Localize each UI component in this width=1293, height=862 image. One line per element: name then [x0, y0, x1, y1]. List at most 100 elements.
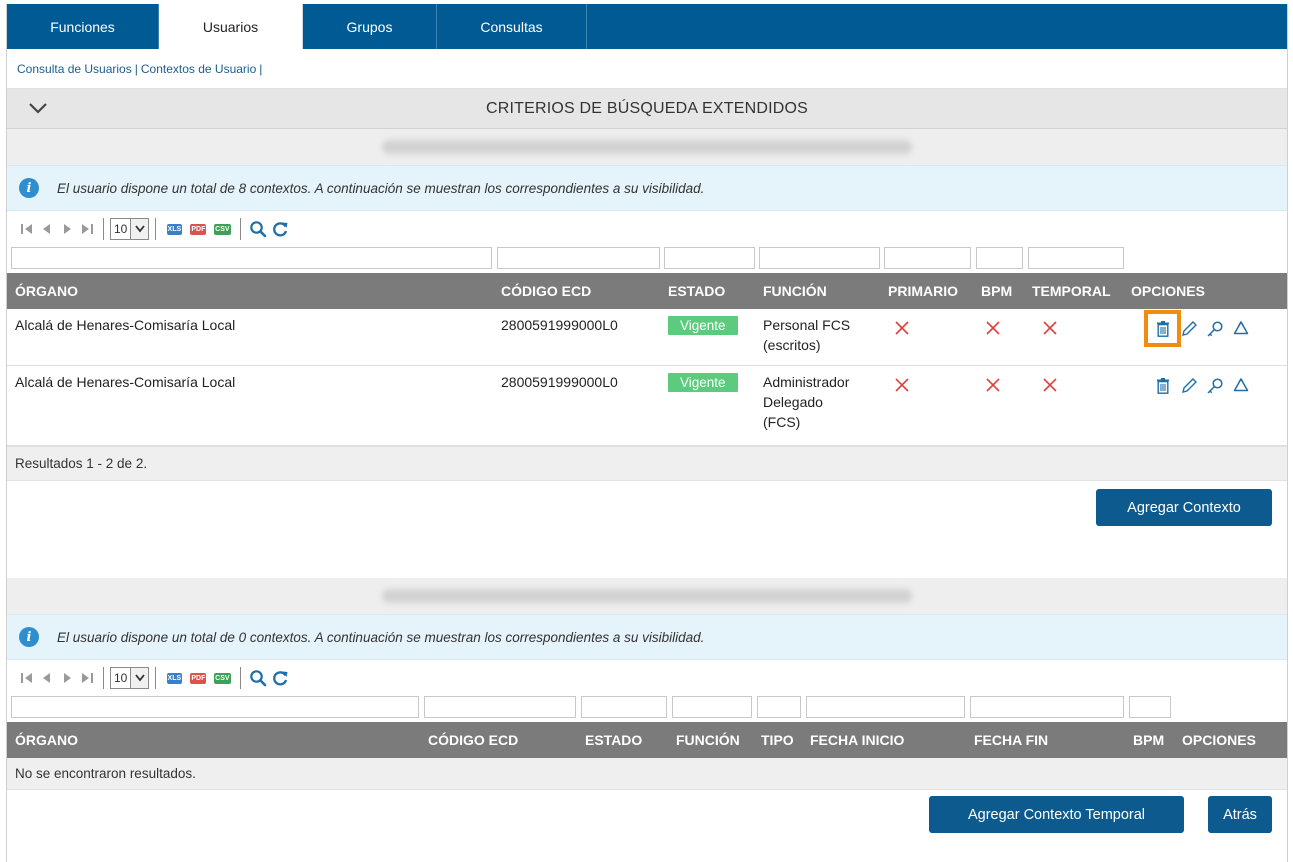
toolbar-separator	[155, 667, 157, 689]
export-xls-icon[interactable]: XLS	[162, 667, 186, 689]
info-icon: i	[19, 627, 39, 647]
col-header-codigo[interactable]: CÓDIGO ECD	[501, 283, 591, 299]
filter-temporal-input[interactable]	[1028, 247, 1124, 269]
extended-search-criteria-bar[interactable]: CRITERIOS DE BÚSQUEDA EXTENDIDOS	[7, 89, 1287, 129]
refresh-icon[interactable]	[269, 218, 291, 240]
refresh-icon[interactable]	[269, 667, 291, 689]
filter-funcion-input[interactable]	[672, 696, 752, 718]
filter-bpm-input[interactable]	[976, 247, 1023, 269]
empty-results: No se encontraron resultados.	[7, 758, 1287, 790]
back-button[interactable]: Atrás	[1208, 796, 1272, 833]
trash-icon[interactable]	[1144, 310, 1181, 347]
filter-codigo-input[interactable]	[424, 696, 576, 718]
last-page-icon[interactable]	[77, 218, 97, 240]
col-header-funcion[interactable]: FUNCIÓN	[676, 732, 740, 748]
col-header-temporal[interactable]: TEMPORAL	[1032, 283, 1111, 299]
cross-icon	[1043, 321, 1057, 335]
col-header-bpm[interactable]: BPM	[981, 283, 1012, 299]
info-message: i El usuario dispone un total de 0 conte…	[7, 614, 1287, 660]
col-header-fecha-fin[interactable]: FECHA FIN	[974, 732, 1048, 748]
col-header-organo[interactable]: ÓRGANO	[15, 732, 78, 748]
criteria-title: CRITERIOS DE BÚSQUEDA EXTENDIDOS	[485, 99, 808, 117]
temporary-contexts-grid: ÓRGANO CÓDIGO ECD ESTADO FUNCIÓN TIPO FE…	[7, 722, 1287, 758]
col-header-bpm[interactable]: BPM	[1133, 732, 1164, 748]
toolbar-separator	[103, 667, 104, 689]
filter-estado-input[interactable]	[581, 696, 667, 718]
last-page-icon[interactable]	[77, 667, 97, 689]
tab-grupos[interactable]: Grupos	[303, 4, 437, 49]
col-header-estado[interactable]: ESTADO	[668, 283, 725, 299]
chevron-down-icon	[130, 668, 149, 688]
recycle-icon[interactable]	[1231, 376, 1250, 395]
filter-bpm-input[interactable]	[1129, 696, 1171, 718]
search-icon[interactable]	[247, 667, 269, 689]
col-header-organo[interactable]: ÓRGANO	[15, 283, 78, 299]
filter-fecha-fin-input[interactable]	[970, 696, 1124, 718]
page-size-select[interactable]: 10	[110, 667, 150, 689]
toolbar-separator	[240, 667, 242, 689]
cell-funcion: Personal FCS (escritos)	[763, 317, 851, 353]
link-contextos-usuario[interactable]: Contextos de Usuario	[141, 62, 256, 76]
pager-toolbar: 10 XLS PDF CSV	[7, 211, 1287, 247]
chevron-down-icon[interactable]	[27, 99, 49, 117]
next-page-icon[interactable]	[57, 667, 77, 689]
col-header-tipo[interactable]: TIPO	[761, 732, 794, 748]
filter-estado-input[interactable]	[664, 247, 755, 269]
blurred-title	[382, 140, 912, 154]
col-header-primario[interactable]: PRIMARIO	[888, 283, 958, 299]
add-context-button[interactable]: Agregar Contexto	[1096, 489, 1272, 526]
table-row[interactable]: Alcalá de Henares-Comisaría Local 280059…	[7, 309, 1287, 366]
next-page-icon[interactable]	[57, 218, 77, 240]
export-csv-icon[interactable]: CSV	[210, 667, 234, 689]
export-csv-icon[interactable]: CSV	[210, 218, 234, 240]
blurred-title	[382, 589, 912, 603]
column-filters	[7, 247, 1287, 273]
filter-fecha-inicio-input[interactable]	[806, 696, 965, 718]
info-text: El usuario dispone un total de 8 context…	[57, 180, 705, 196]
results-count: Resultados 1 - 2 de 2.	[7, 447, 1287, 481]
filter-funcion-input[interactable]	[759, 247, 880, 269]
filter-primario-input[interactable]	[884, 247, 971, 269]
col-header-codigo[interactable]: CÓDIGO ECD	[428, 732, 518, 748]
cell-codigo: 2800591999000L0	[501, 374, 618, 390]
tab-usuarios[interactable]: Usuarios	[159, 4, 303, 49]
pencil-icon[interactable]	[1179, 376, 1198, 395]
chevron-down-icon	[130, 219, 149, 239]
prev-page-icon[interactable]	[37, 667, 57, 689]
search-icon[interactable]	[247, 218, 269, 240]
key-icon[interactable]	[1205, 376, 1224, 395]
filter-organo-input[interactable]	[11, 247, 492, 269]
tab-funciones[interactable]: Funciones	[7, 4, 159, 49]
cross-icon	[986, 321, 1000, 335]
export-pdf-icon[interactable]: PDF	[186, 667, 210, 689]
add-temporary-context-button[interactable]: Agregar Contexto Temporal	[929, 796, 1184, 833]
toolbar-separator	[103, 218, 104, 240]
cell-organo: Alcalá de Henares-Comisaría Local	[15, 317, 236, 333]
filter-tipo-input[interactable]	[757, 696, 801, 718]
col-header-funcion[interactable]: FUNCIÓN	[763, 283, 827, 299]
first-page-icon[interactable]	[17, 218, 37, 240]
cell-funcion: Administrador Delegado (FCS)	[763, 374, 850, 430]
prev-page-icon[interactable]	[37, 218, 57, 240]
link-consulta-usuarios[interactable]: Consulta de Usuarios	[17, 62, 132, 76]
tab-bar: Funciones Usuarios Grupos Consultas	[7, 4, 1287, 49]
pencil-icon[interactable]	[1179, 319, 1198, 338]
info-text: El usuario dispone un total de 0 context…	[57, 629, 705, 645]
table-row[interactable]: Alcalá de Henares-Comisaría Local 280059…	[7, 366, 1287, 447]
page-size-select[interactable]: 10	[110, 218, 150, 240]
filter-codigo-input[interactable]	[497, 247, 660, 269]
filter-organo-input[interactable]	[11, 696, 419, 718]
export-pdf-icon[interactable]: PDF	[186, 218, 210, 240]
first-page-icon[interactable]	[17, 667, 37, 689]
key-icon[interactable]	[1205, 319, 1224, 338]
recycle-icon[interactable]	[1231, 319, 1250, 338]
col-header-fecha-inicio[interactable]: FECHA INICIO	[810, 732, 904, 748]
col-header-estado[interactable]: ESTADO	[585, 732, 642, 748]
tab-consultas[interactable]: Consultas	[437, 4, 587, 49]
subnav-separator: |	[134, 61, 138, 76]
trash-icon[interactable]	[1153, 376, 1172, 395]
section-header-blurred	[7, 129, 1287, 165]
cross-icon	[1043, 378, 1057, 392]
info-message: i El usuario dispone un total de 8 conte…	[7, 165, 1287, 211]
export-xls-icon[interactable]: XLS	[162, 218, 186, 240]
